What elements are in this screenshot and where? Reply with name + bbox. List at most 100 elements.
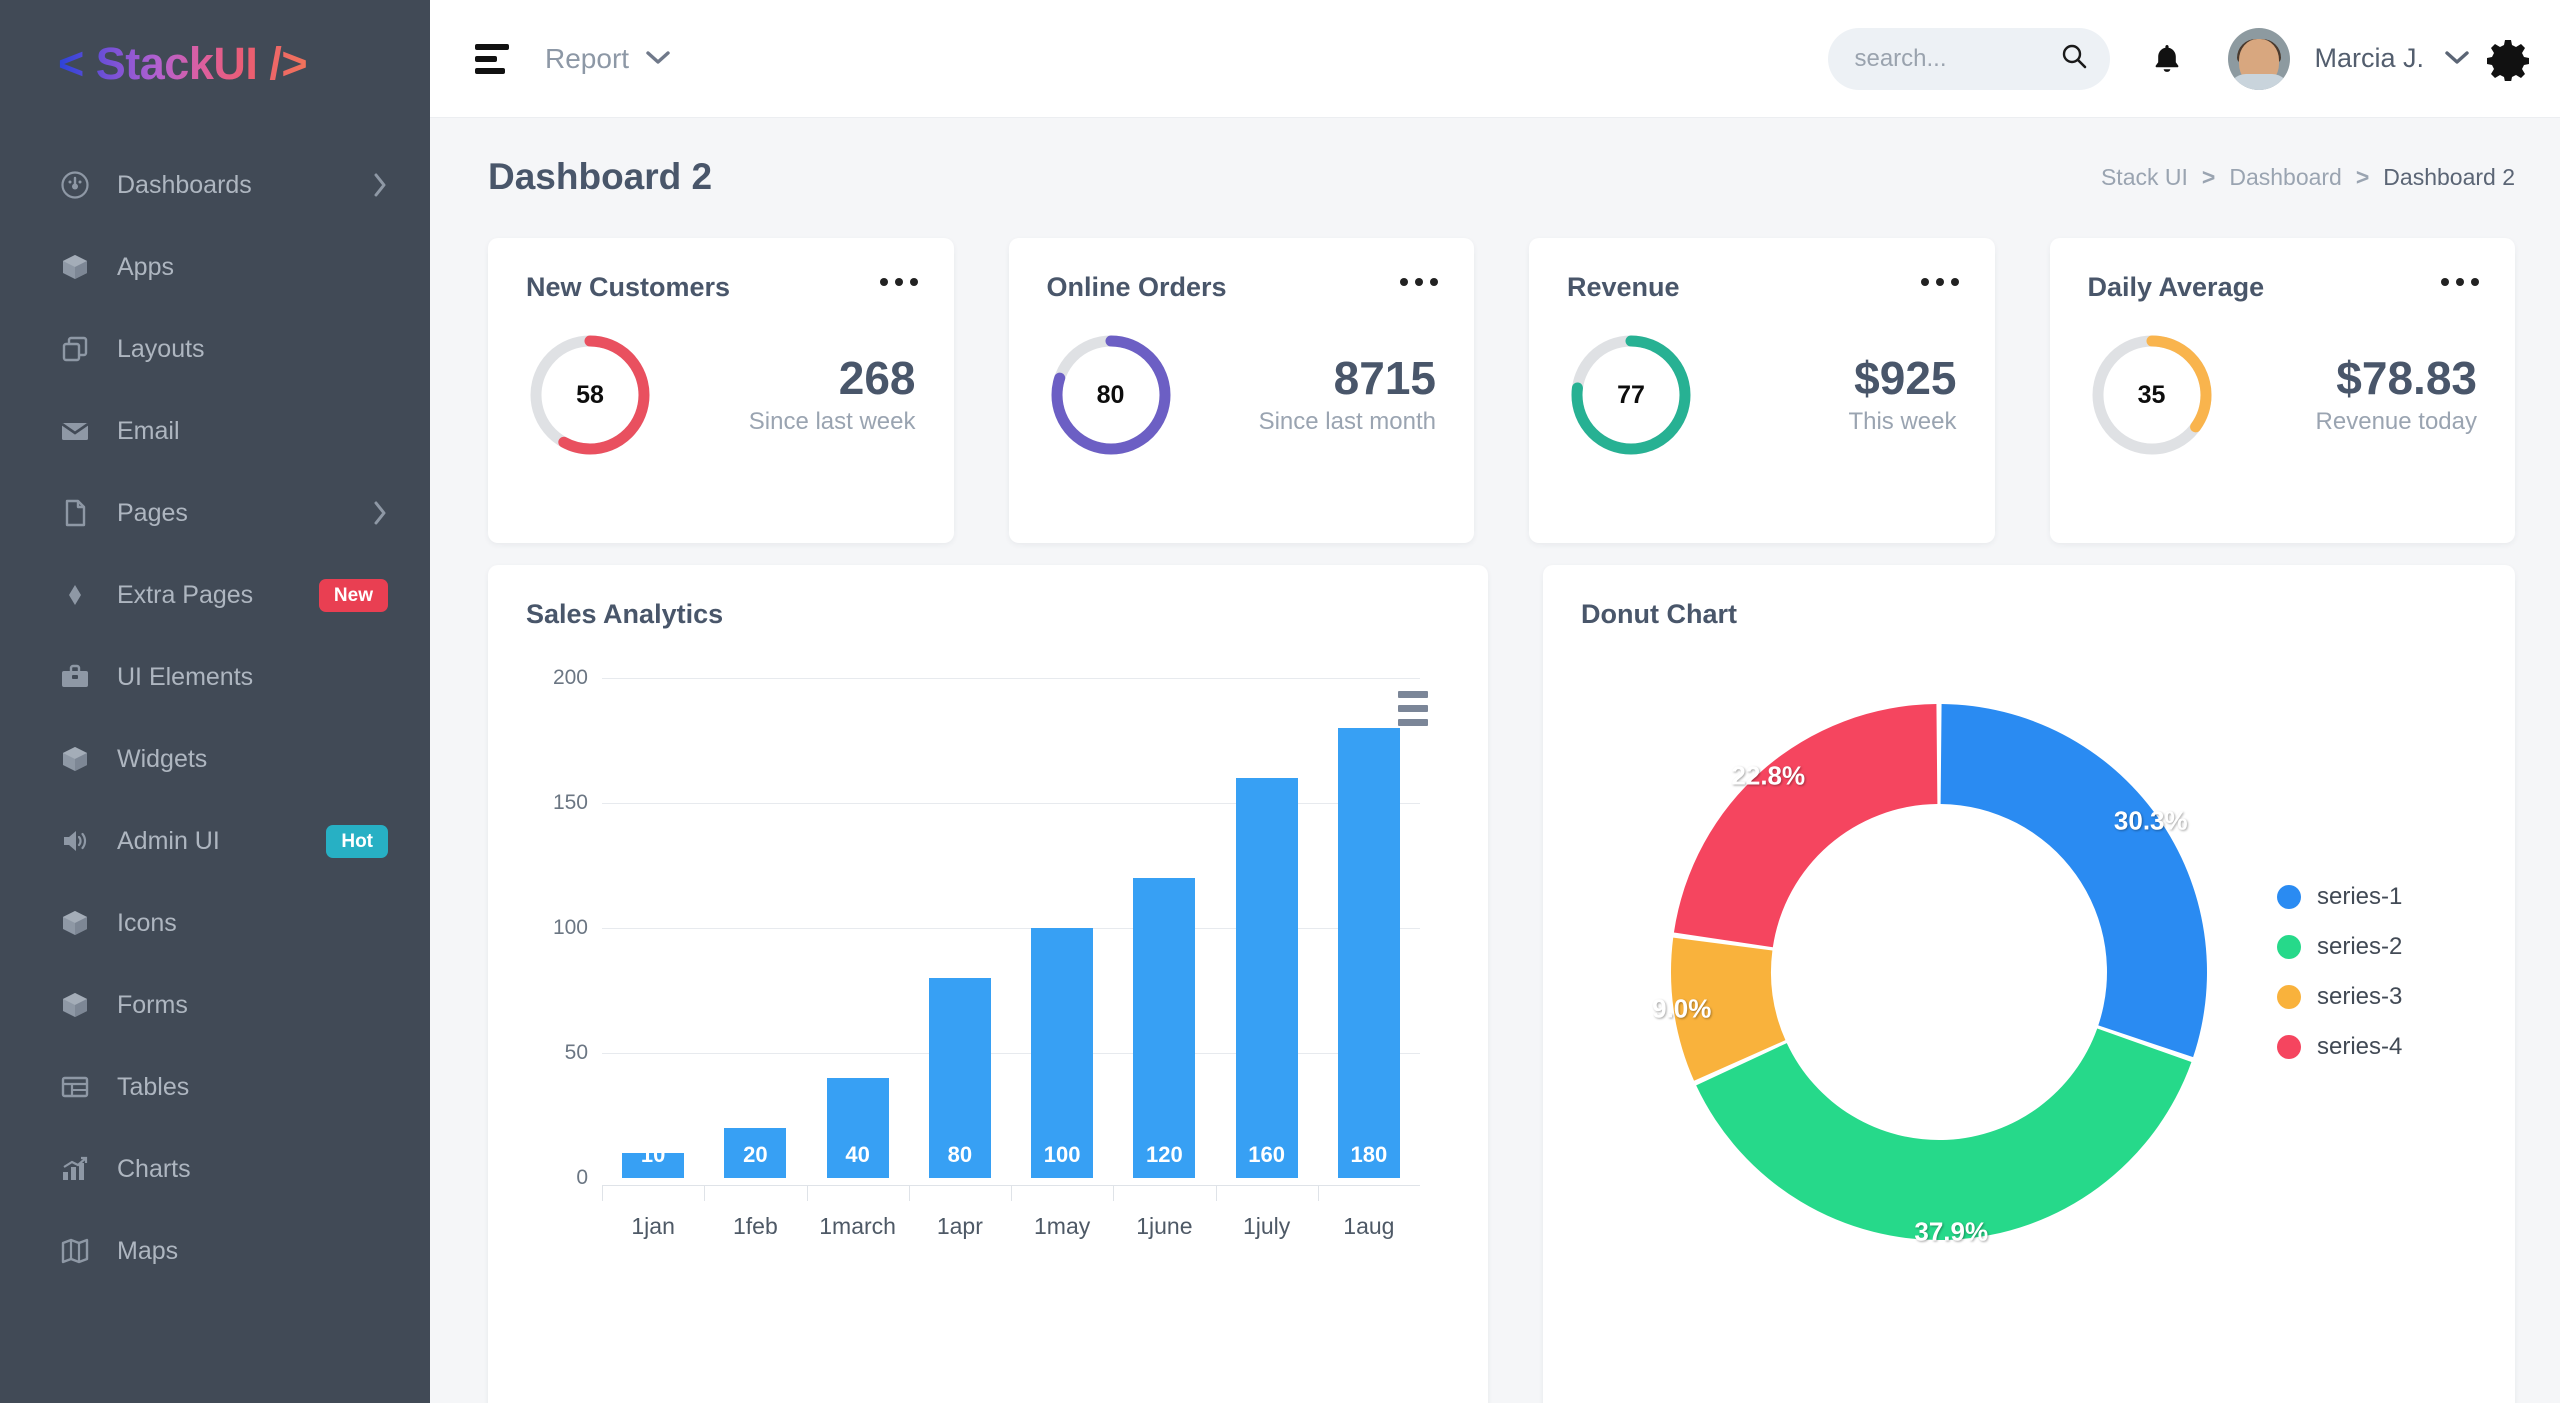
bar[interactable]: 180	[1338, 728, 1400, 1178]
charts-row: Sales Analytics 050100150200 10204080100…	[488, 565, 2515, 1403]
legend-item[interactable]: series-3	[2277, 983, 2402, 1011]
sidebar-item-email[interactable]: Email	[0, 390, 430, 472]
chevron-right-icon[interactable]	[372, 172, 388, 198]
bar[interactable]: 120	[1133, 878, 1195, 1178]
envelope-icon	[58, 414, 92, 448]
progress-ring-value: 77	[1567, 331, 1695, 459]
bar-column: 120	[1113, 678, 1215, 1178]
sidebar-item-layouts[interactable]: Layouts	[0, 308, 430, 390]
x-axis-tick	[1011, 1186, 1113, 1202]
sidebar-item-apps[interactable]: Apps	[0, 226, 430, 308]
sidebar-item-label: Admin UI	[117, 827, 326, 856]
chevron-right-icon[interactable]	[372, 500, 388, 526]
sidebar-item-pages[interactable]: Pages	[0, 472, 430, 554]
sidebar-item-tables[interactable]: Tables	[0, 1046, 430, 1128]
sidebar-item-widgets[interactable]: Widgets	[0, 718, 430, 800]
bar-chart-icon	[58, 1152, 92, 1186]
donut-chart[interactable]: 30.3%37.9%9.0%22.8%	[1659, 692, 2219, 1252]
legend-swatch	[2277, 985, 2301, 1009]
stat-card-value: 8715	[1259, 354, 1436, 402]
stat-card-body: 77$925This week	[1567, 331, 1957, 459]
bar[interactable]: 100	[1031, 928, 1093, 1178]
sidebar-item-forms[interactable]: Forms	[0, 964, 430, 1046]
more-options-icon[interactable]	[1921, 278, 1959, 286]
x-axis-tick	[602, 1186, 704, 1202]
bar-chart-plot: 050100150200 10204080100120160180 1jan1f…	[526, 678, 1450, 1238]
chevron-down-icon[interactable]	[645, 46, 671, 72]
legend-swatch	[2277, 885, 2301, 909]
user-chevron-down-icon[interactable]	[2444, 46, 2470, 72]
sidebar-item-extra-pages[interactable]: Extra PagesNew	[0, 554, 430, 636]
bar[interactable]: 10	[622, 1153, 684, 1178]
breadcrumb-item[interactable]: Dashboard	[2229, 164, 2342, 191]
progress-ring-value: 80	[1047, 331, 1175, 459]
more-options-icon[interactable]	[880, 278, 918, 286]
sidebar: < StackUI /> Dashboards AppsLayoutsEmail P…	[0, 0, 430, 1403]
bar[interactable]: 80	[929, 978, 991, 1178]
bar-data-label: 120	[1133, 1142, 1195, 1168]
avatar[interactable]	[2228, 28, 2290, 90]
x-axis-ticks	[602, 1186, 1420, 1202]
gear-icon[interactable]	[2486, 37, 2530, 81]
stat-card-figures: 8715 Since last month	[1259, 354, 1436, 436]
y-axis-tick-label: 200	[553, 666, 588, 690]
breadcrumb-item[interactable]: Stack UI	[2101, 164, 2188, 191]
sidebar-item-label: Pages	[117, 499, 372, 528]
x-axis-tick	[807, 1186, 909, 1202]
bar[interactable]: 40	[827, 1078, 889, 1178]
y-axis-tick-label: 50	[565, 1041, 588, 1065]
hamburger-icon[interactable]	[475, 44, 509, 74]
stat-card-caption: Since last month	[1259, 408, 1436, 436]
more-options-icon[interactable]	[1400, 278, 1438, 286]
sidebar-item-admin-ui[interactable]: Admin UIHot	[0, 800, 430, 882]
sidebar-item-label: Dashboards	[117, 171, 372, 200]
stat-cards-row: New Customers58268Since last weekOnline …	[488, 238, 2515, 543]
sidebar-item-dashboards[interactable]: Dashboards	[0, 144, 430, 226]
sidebar-item-label: Maps	[117, 1237, 388, 1266]
diamond-icon	[58, 578, 92, 612]
y-axis-tick-label: 100	[553, 916, 588, 940]
sales-analytics-card: Sales Analytics 050100150200 10204080100…	[488, 565, 1488, 1403]
stat-card-title: Revenue	[1567, 272, 1957, 303]
search-input[interactable]	[1854, 45, 2060, 73]
bar-data-label: 20	[724, 1142, 786, 1168]
speaker-icon	[58, 824, 92, 858]
more-options-icon[interactable]	[2441, 278, 2479, 286]
breadcrumb-separator: >	[2356, 164, 2369, 191]
bar-column: 40	[807, 678, 909, 1178]
sidebar-item-charts[interactable]: Charts	[0, 1128, 430, 1210]
bell-icon[interactable]	[2152, 42, 2182, 76]
sidebar-item-ui-elements[interactable]: UI Elements	[0, 636, 430, 718]
progress-ring-value: 58	[526, 331, 654, 459]
page-title: Dashboard 2	[488, 156, 712, 198]
report-label: Report	[545, 43, 629, 75]
layers-icon	[58, 332, 92, 366]
stat-card-figures: 268Since last week	[749, 354, 916, 436]
legend-item[interactable]: series-1	[2277, 883, 2402, 911]
bar-column: 20	[704, 678, 806, 1178]
sidebar-item-maps[interactable]: Maps	[0, 1210, 430, 1292]
bar-column: 100	[1011, 678, 1113, 1178]
box-icon	[58, 742, 92, 776]
bar[interactable]: 20	[724, 1128, 786, 1178]
sidebar-item-icons[interactable]: Icons	[0, 882, 430, 964]
breadcrumb: Stack UI>Dashboard>Dashboard 2	[2101, 164, 2515, 191]
x-axis-tick	[1216, 1186, 1318, 1202]
legend-item[interactable]: series-2	[2277, 933, 2402, 961]
search-box[interactable]	[1828, 28, 2110, 90]
bar-series: 10 20 40 80 100 120 160 180	[602, 678, 1420, 1178]
bar-column: 80	[909, 678, 1011, 1178]
legend-label: series-1	[2317, 883, 2402, 911]
search-icon[interactable]	[2060, 42, 2088, 75]
bar[interactable]: 160	[1236, 778, 1298, 1178]
legend-item[interactable]: series-4	[2277, 1033, 2402, 1061]
donut-slice-label: 22.8%	[1731, 760, 1805, 791]
breadcrumb-item: Dashboard 2	[2383, 164, 2515, 191]
legend-label: series-3	[2317, 983, 2402, 1011]
box-icon	[58, 906, 92, 940]
brand-logo[interactable]: < StackUI />	[0, 0, 430, 128]
donut-slice-label: 37.9%	[1914, 1216, 1988, 1247]
box-icon	[58, 250, 92, 284]
sidebar-nav: Dashboards AppsLayoutsEmail Pages Extra Pag…	[0, 128, 430, 1292]
stat-card: Revenue 77$925This week	[1529, 238, 1995, 543]
